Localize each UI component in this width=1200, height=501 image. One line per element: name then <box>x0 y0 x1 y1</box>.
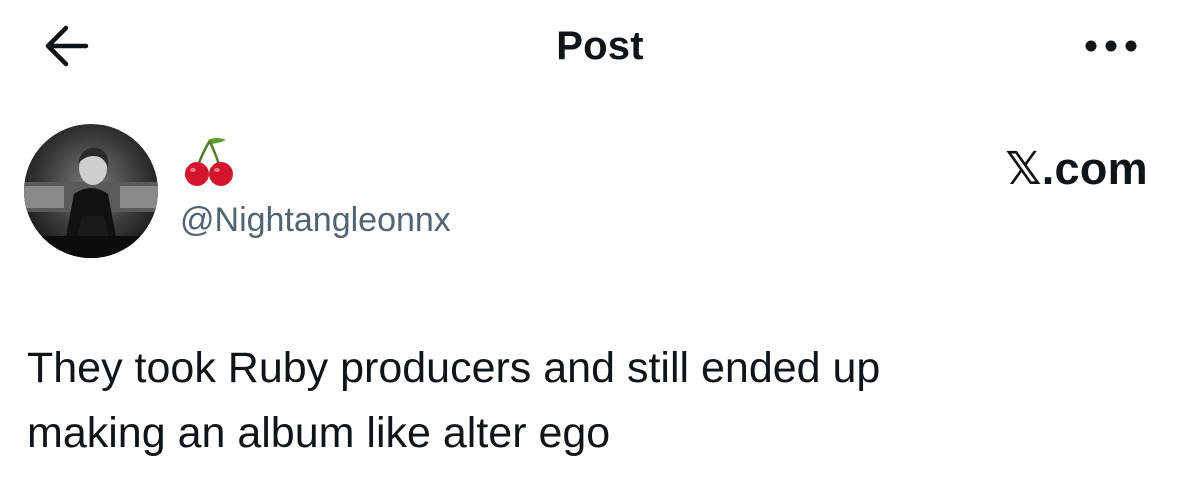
cherries-emoji <box>185 138 233 186</box>
more-horizontal-icon <box>1085 40 1137 52</box>
post-text-line: making an album like alter ego <box>27 409 611 457</box>
top-bar: Post <box>0 0 1200 95</box>
author-handle[interactable]: @Nightangleonnx <box>180 198 451 242</box>
page-title: Post <box>556 24 644 68</box>
post-text: They took Ruby producers and still ended… <box>27 336 1147 466</box>
more-button[interactable] <box>1080 22 1142 70</box>
display-name[interactable] <box>182 134 238 190</box>
post-text-line: They took Ruby producers and still ended… <box>27 344 881 392</box>
profile-photo <box>24 124 158 258</box>
avatar[interactable] <box>24 124 158 258</box>
watermark: 𝕏.com <box>1005 143 1148 194</box>
